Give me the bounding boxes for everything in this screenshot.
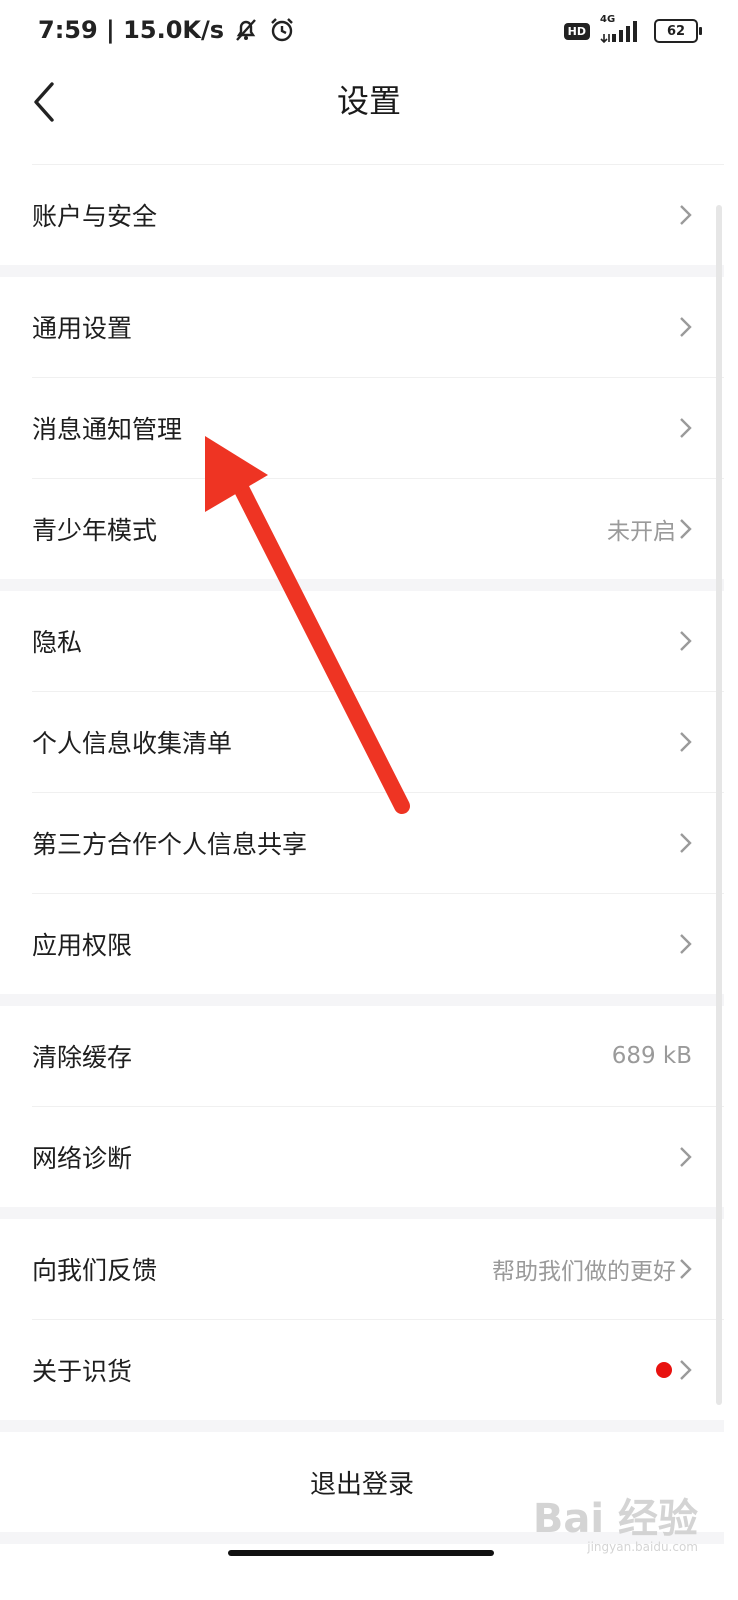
home-indicator[interactable] bbox=[228, 1550, 494, 1556]
row-privacy[interactable]: 隐私 bbox=[0, 591, 724, 691]
scrollbar[interactable] bbox=[716, 205, 722, 1405]
row-label: 通用设置 bbox=[32, 314, 133, 343]
chevron-right-icon bbox=[680, 1259, 692, 1279]
hd-badge: HD bbox=[563, 22, 590, 40]
section-gap bbox=[0, 1420, 724, 1432]
row-app-permissions[interactable]: 应用权限 bbox=[0, 894, 724, 994]
new-badge-dot bbox=[656, 1362, 672, 1378]
signal-icon: 4G bbox=[600, 14, 644, 44]
status-bar: 7:59 | 15.0K/s HD 4G 62 bbox=[0, 0, 738, 64]
row-clear-cache[interactable]: 清除缓存 689 kB bbox=[0, 1006, 724, 1106]
chevron-right-icon bbox=[680, 418, 692, 438]
chevron-right-icon bbox=[680, 631, 692, 651]
section-gap bbox=[0, 579, 724, 591]
section-general: 通用设置 消息通知管理 青少年模式 未开启 bbox=[0, 277, 724, 579]
section-privacy: 隐私 个人信息收集清单 第三方合作个人信息共享 应用权限 bbox=[0, 591, 724, 994]
row-label: 账户与安全 bbox=[32, 202, 158, 231]
watermark-brand: Bai 经验 bbox=[532, 1496, 698, 1542]
row-label: 应用权限 bbox=[32, 931, 133, 960]
row-label: 青少年模式 bbox=[32, 516, 158, 545]
chevron-right-icon bbox=[680, 1147, 692, 1167]
row-notification-management[interactable]: 消息通知管理 bbox=[0, 378, 724, 478]
row-account-security[interactable]: 账户与安全 bbox=[0, 165, 724, 265]
section-gap bbox=[0, 1207, 724, 1219]
row-about-app[interactable]: 关于识货 bbox=[0, 1320, 724, 1420]
row-label: 第三方合作个人信息共享 bbox=[32, 830, 308, 859]
row-label: 隐私 bbox=[32, 628, 83, 657]
chevron-right-icon bbox=[680, 732, 692, 752]
row-teen-mode[interactable]: 青少年模式 未开启 bbox=[0, 479, 724, 579]
section-account: 账户与安全 bbox=[0, 165, 724, 265]
section-gap bbox=[0, 994, 724, 1006]
chevron-right-icon bbox=[680, 519, 692, 539]
row-value: 帮助我们做的更好 bbox=[492, 1259, 676, 1285]
row-label: 个人信息收集清单 bbox=[32, 729, 233, 758]
row-value: 未开启 bbox=[607, 519, 676, 545]
row-label: 消息通知管理 bbox=[32, 415, 183, 444]
row-feedback[interactable]: 向我们反馈 帮助我们做的更好 bbox=[0, 1219, 724, 1319]
row-general-settings[interactable]: 通用设置 bbox=[0, 277, 724, 377]
battery-level: 62 bbox=[666, 23, 686, 39]
status-right: HD 4G 62 bbox=[563, 14, 702, 44]
row-label: 网络诊断 bbox=[32, 1144, 133, 1173]
row-label: 清除缓存 bbox=[32, 1043, 133, 1072]
alarm-clock-icon bbox=[271, 18, 293, 42]
row-label: 关于识货 bbox=[32, 1357, 133, 1386]
chevron-right-icon bbox=[680, 833, 692, 853]
page-title: 设置 bbox=[336, 82, 401, 120]
network-type: 4G bbox=[600, 14, 616, 25]
chevron-right-icon bbox=[680, 317, 692, 337]
row-label: 向我们反馈 bbox=[32, 1256, 158, 1285]
status-time: 7:59 | 15.0K/s bbox=[38, 16, 225, 44]
silent-bell-icon bbox=[236, 19, 256, 41]
row-third-party-sharing[interactable]: 第三方合作个人信息共享 bbox=[0, 793, 724, 893]
chevron-right-icon bbox=[680, 934, 692, 954]
chevron-right-icon bbox=[680, 205, 692, 225]
watermark-logo: Bai 经验 jingyan.baidu.com bbox=[533, 1486, 698, 1554]
cache-size: 689 kB bbox=[611, 1043, 692, 1069]
navigation-bar: 设置 bbox=[0, 64, 738, 164]
row-personal-info-list[interactable]: 个人信息收集清单 bbox=[0, 692, 724, 792]
section-about: 向我们反馈 帮助我们做的更好 关于识货 bbox=[0, 1219, 724, 1420]
row-network-diagnosis[interactable]: 网络诊断 bbox=[0, 1107, 724, 1207]
battery-icon: 62 bbox=[654, 19, 702, 43]
section-tools: 清除缓存 689 kB 网络诊断 bbox=[0, 1006, 724, 1207]
section-gap bbox=[0, 265, 724, 277]
chevron-right-icon bbox=[680, 1360, 692, 1380]
status-left: 7:59 | 15.0K/s bbox=[38, 16, 296, 44]
settings-list: 账户与安全 通用设置 消息通知管理 青少年模式 未开启 隐私 个人信息收集清单 bbox=[0, 164, 724, 1544]
watermark-url: jingyan.baidu.com bbox=[587, 1540, 698, 1554]
